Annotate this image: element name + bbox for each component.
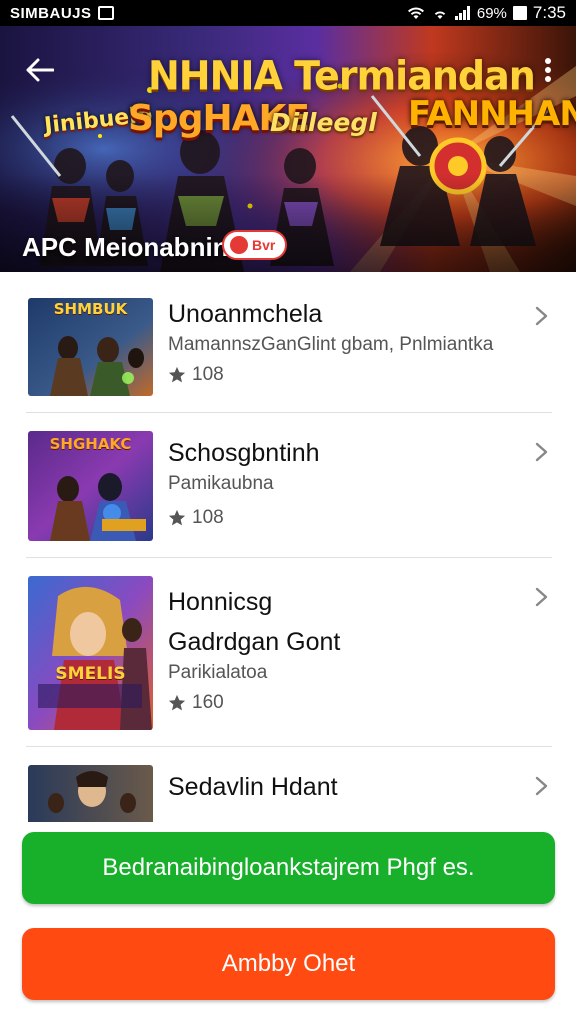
hero-badge[interactable]: Bvr xyxy=(222,230,288,260)
secondary-action-button[interactable]: Ambby Ohet xyxy=(22,928,555,1000)
battery-icon xyxy=(512,6,527,20)
hero-title: NHNIA Termiandan xyxy=(148,52,536,100)
badge-icon xyxy=(230,236,248,254)
notification-app-icon xyxy=(97,6,114,20)
list-item[interactable]: Sedavlin Hdant xyxy=(0,747,576,822)
more-options-button[interactable] xyxy=(536,50,560,90)
hero-subtitle: APC Meionabnin xyxy=(22,232,229,262)
primary-action-button[interactable]: Bedranaibingloankstajrem Phgf es. xyxy=(22,832,555,904)
rating-value: 108 xyxy=(192,507,224,528)
game-thumbnail xyxy=(28,765,153,822)
clock: 7:35 xyxy=(532,3,566,22)
chevron-right-icon xyxy=(535,776,548,796)
more-vert-icon xyxy=(545,58,551,82)
list-item[interactable]: SHMBUK Unoanmchela MamannszGanGlint gbam… xyxy=(0,272,576,413)
game-rating: 160 xyxy=(168,692,224,714)
status-left: SIMBAUJS xyxy=(10,5,114,22)
hero-game-logo: Dilleegl xyxy=(270,108,377,137)
chevron-right-icon xyxy=(535,587,548,607)
game-thumbnail xyxy=(28,576,153,730)
star-icon xyxy=(168,366,186,383)
back-arrow-icon xyxy=(26,58,54,82)
battery-percent: 69% xyxy=(476,4,507,22)
game-title: Sedavlin Hdant xyxy=(168,773,338,801)
game-title: Honnicsg xyxy=(168,588,273,616)
rating-value: 108 xyxy=(192,364,224,385)
status-bar: SIMBAUJS 69% 7:35 xyxy=(0,0,576,26)
game-rating: 108 xyxy=(168,364,224,386)
hero-game-logo: FANNHAN xyxy=(408,94,576,134)
wifi-icon xyxy=(407,7,424,19)
game-subtitle: Parikialatoa xyxy=(168,662,268,683)
game-title: Schosgbntinh xyxy=(168,439,320,467)
game-list[interactable]: SHMBUK Unoanmchela MamannszGanGlint gbam… xyxy=(0,272,576,822)
game-title: Unoanmchela xyxy=(168,300,323,328)
list-item[interactable]: SMELIS Honnicsg Gadrdgan Gont Parikialat… xyxy=(0,558,576,747)
hero-badge-label: Bvr xyxy=(252,237,276,253)
hero-banner[interactable]: NHNIA Termiandan Jinibuelb SpgHAKE Dille… xyxy=(0,26,576,272)
thumbnail-logo: SHGHAKC xyxy=(49,435,132,453)
game-subtitle: Pamikaubna xyxy=(168,473,274,494)
chevron-right-icon xyxy=(535,306,548,326)
star-icon xyxy=(168,694,186,711)
list-item[interactable]: SHGHAKC Schosgbntinh Pamikaubna 108 xyxy=(0,413,576,558)
carrier-label: SIMBAUJS xyxy=(10,4,92,22)
signal-icon xyxy=(454,6,470,20)
status-right: 69% 7:35 xyxy=(407,3,566,23)
game-rating: 108 xyxy=(168,507,224,529)
game-subtitle: MamannszGanGlint gbam, Pnlmiantka xyxy=(168,334,494,355)
thumbnail-logo: SMELIS xyxy=(55,664,126,684)
game-title-line2: Gadrdgan Gont xyxy=(168,628,341,656)
rating-value: 160 xyxy=(192,692,224,713)
hotspot-icon xyxy=(434,11,446,19)
thumbnail-logo: SHMBUK xyxy=(53,300,128,318)
star-icon xyxy=(168,509,186,526)
chevron-right-icon xyxy=(535,442,548,462)
back-button[interactable] xyxy=(20,50,60,90)
